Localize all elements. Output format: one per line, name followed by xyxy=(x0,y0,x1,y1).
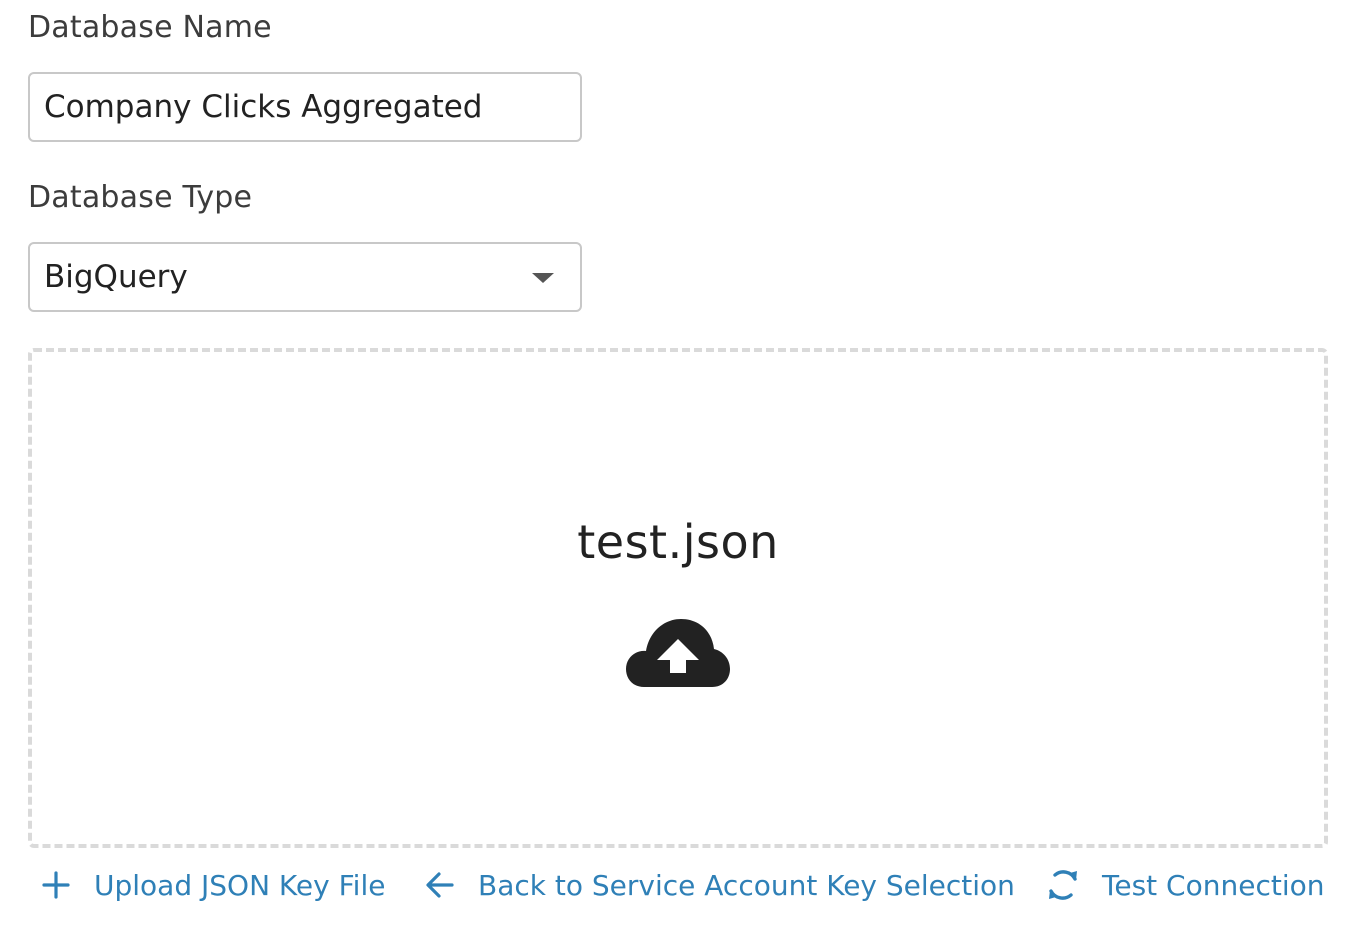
uploaded-file-name: test.json xyxy=(577,515,779,569)
database-name-label: Database Name xyxy=(28,10,272,45)
test-connection-label: Test Connection xyxy=(1102,868,1325,902)
database-name-field[interactable] xyxy=(28,72,582,142)
cloud-upload-icon xyxy=(626,619,730,687)
upload-json-key-label: Upload JSON Key File xyxy=(94,868,386,902)
arrow-left-icon xyxy=(426,872,454,898)
database-type-label: Database Type xyxy=(28,180,253,215)
file-dropzone[interactable]: test.json xyxy=(28,348,1328,848)
refresh-icon xyxy=(1049,870,1077,900)
action-bar: Upload JSON Key File Back to Service Acc… xyxy=(0,862,1364,908)
caret-down-icon xyxy=(532,273,554,283)
database-type-select[interactable]: BigQuery xyxy=(28,242,582,312)
back-to-key-selection-link[interactable]: Back to Service Account Key Selection xyxy=(424,862,1015,908)
plus-icon xyxy=(42,871,70,899)
test-connection-button[interactable]: Test Connection xyxy=(1046,862,1324,908)
database-type-value: BigQuery xyxy=(44,259,188,295)
back-to-key-selection-label: Back to Service Account Key Selection xyxy=(478,868,1015,902)
database-name-input[interactable] xyxy=(30,74,580,140)
upload-json-key-button[interactable]: Upload JSON Key File xyxy=(40,862,385,908)
